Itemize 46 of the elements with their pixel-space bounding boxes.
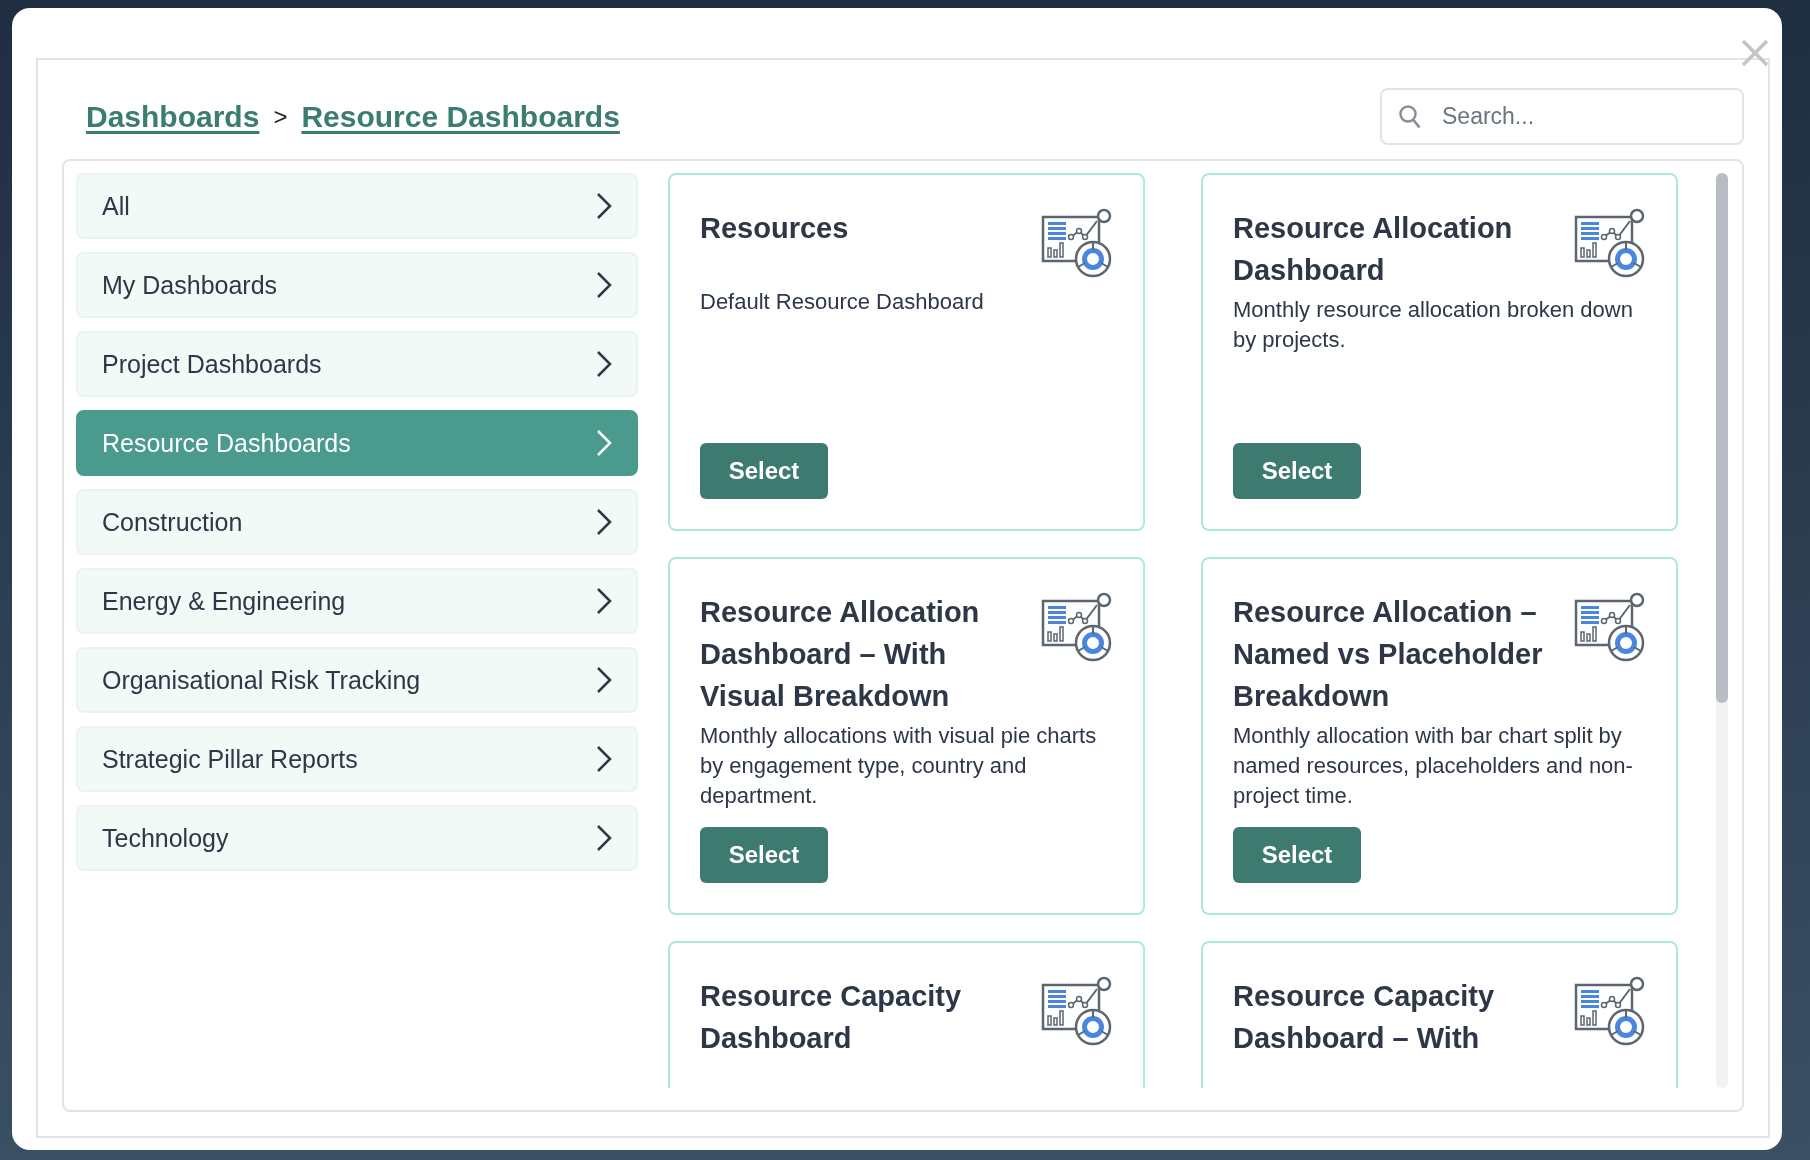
chevron-right-icon	[596, 508, 612, 536]
chevron-right-icon	[596, 192, 612, 220]
card-title: Resource Capacity Dashboard – With	[1233, 979, 1496, 1056]
select-button[interactable]: Select	[700, 827, 828, 883]
card-title: Resource Allocation – Named vs Placeholder Breakdown	[1233, 595, 1544, 714]
search-icon	[1398, 104, 1422, 130]
category-item[interactable]: All	[76, 173, 638, 239]
scrollbar[interactable]	[1716, 173, 1728, 1088]
chevron-right-icon	[596, 271, 612, 299]
dashboard-chart-icon	[1041, 975, 1113, 1047]
dashboard-chart-icon	[1041, 207, 1113, 279]
category-item[interactable]: Strategic Pillar Reports	[76, 726, 638, 792]
breadcrumb-link[interactable]: Dashboards	[86, 99, 260, 134]
select-button[interactable]: Select	[1233, 443, 1361, 499]
category-item[interactable]: Technology	[76, 805, 638, 871]
category-item[interactable]: My Dashboards	[76, 252, 638, 318]
card-title: Resource Capacity Dashboard	[700, 979, 963, 1056]
card-description: Monthly allocations with visual pie charts by engagement type, country and department.	[700, 722, 1098, 810]
chevron-right-icon	[596, 429, 612, 457]
dashboard-chart-icon	[1574, 207, 1646, 279]
chevron-right-icon	[596, 666, 612, 694]
breadcrumb-separator: >	[273, 102, 288, 131]
scrollbar-thumb[interactable]	[1716, 173, 1728, 703]
card-title: Resource Allocation Dashboard – With Visual Breakdown	[700, 595, 981, 714]
close-button[interactable]	[1740, 38, 1770, 68]
card-title: Resources	[700, 211, 849, 246]
chevron-right-icon	[596, 824, 612, 852]
category-item[interactable]: Energy & Engineering	[76, 568, 638, 634]
dashboard-chart-icon	[1041, 591, 1113, 663]
chevron-right-icon	[596, 350, 612, 378]
close-icon	[1740, 38, 1770, 68]
card-description: Default Resource Dashboard	[700, 288, 985, 316]
select-button[interactable]: Select	[700, 443, 828, 499]
chevron-right-icon	[596, 745, 612, 773]
select-button[interactable]: Select	[1233, 827, 1361, 883]
category-item[interactable]: Project Dashboards	[76, 331, 638, 397]
breadcrumb-link[interactable]: Resource Dashboards	[301, 99, 620, 134]
card-title: Resource Allocation Dashboard	[1233, 211, 1514, 288]
card-description: Monthly resource allocation broken down by projects.	[1233, 296, 1634, 354]
dashboard-chart-icon	[1574, 975, 1646, 1047]
chevron-right-icon	[596, 587, 612, 615]
dashboard-chart-icon	[1574, 591, 1646, 663]
search-field[interactable]: Search...	[1380, 88, 1744, 145]
category-item[interactable]: Construction	[76, 489, 638, 555]
category-item[interactable]: Organisational Risk Tracking	[76, 647, 638, 713]
card-description: Monthly allocation with bar chart split by named resources, placeholders and non-project time.	[1233, 722, 1634, 810]
